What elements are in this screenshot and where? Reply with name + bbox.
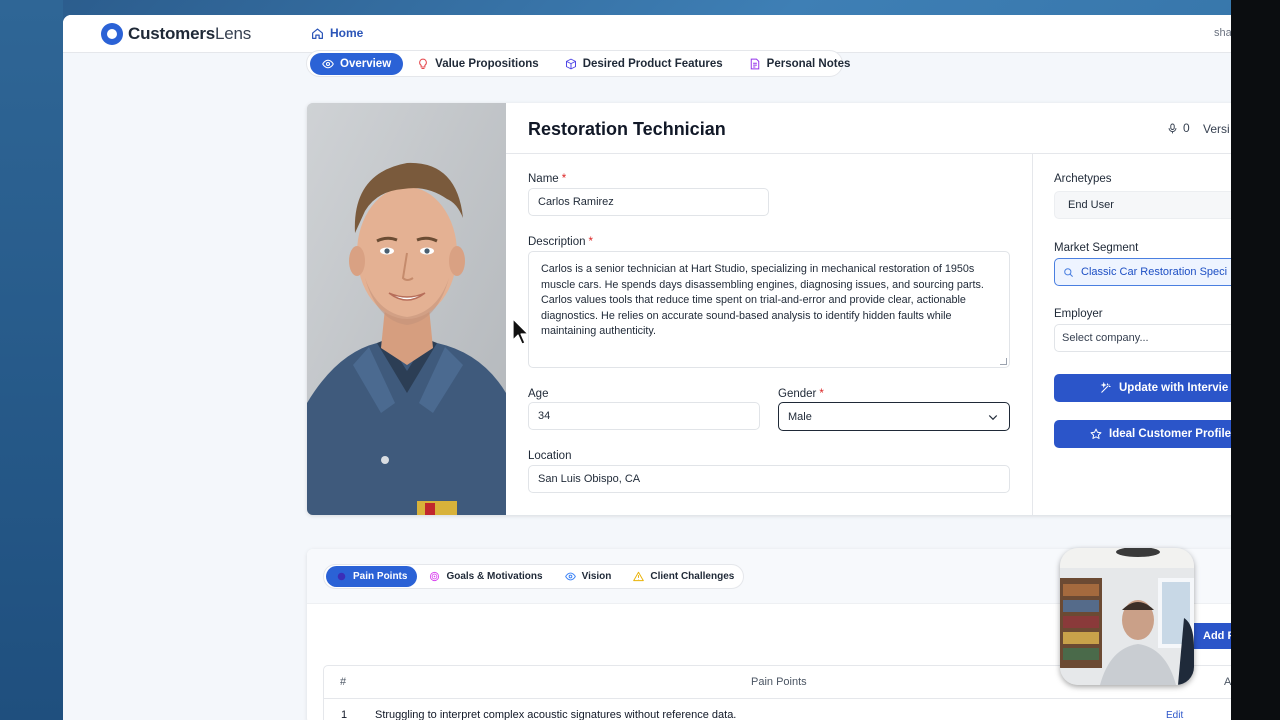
- eye-icon: [564, 572, 576, 581]
- archetype-chip[interactable]: End User: [1054, 191, 1231, 219]
- home-link-label: Home: [330, 26, 364, 40]
- chevron-down-icon: [988, 415, 998, 421]
- tab-value-propositions[interactable]: Value Propositions: [405, 53, 551, 75]
- persona-title: Restoration Technician: [528, 119, 726, 139]
- name-label: Name *: [528, 173, 567, 185]
- market-segment-field[interactable]: Classic Car Restoration Speci: [1054, 258, 1231, 286]
- version-label[interactable]: Versi: [1203, 122, 1230, 136]
- recordings-count[interactable]: 0: [1167, 121, 1190, 135]
- desktop-right-edge: [1231, 0, 1280, 720]
- column-divider: [1032, 154, 1033, 515]
- app-logo[interactable]: CustomersLens: [101, 23, 251, 45]
- gender-select[interactable]: Male: [778, 402, 1010, 431]
- name-input[interactable]: Carlos Ramirez: [528, 188, 769, 216]
- logo-text: CustomersLens: [128, 24, 252, 43]
- webcam-feed: [1060, 548, 1194, 685]
- user-menu[interactable]: sha: [1214, 27, 1231, 39]
- employer-label: Employer: [1054, 308, 1103, 320]
- location-input[interactable]: San Luis Obispo, CA: [528, 465, 1010, 493]
- app-window: CustomersLens Home sha Overview Value Pr…: [63, 15, 1231, 720]
- mouse-cursor: [512, 318, 529, 345]
- cube-icon: [565, 58, 576, 69]
- column-header-pain-points: Pain Points: [751, 676, 807, 688]
- star-icon: [1090, 428, 1102, 439]
- tab-client-challenges[interactable]: Client Challenges: [623, 566, 744, 587]
- table-header-divider: [324, 698, 1231, 699]
- archetypes-label: Archetypes: [1054, 173, 1112, 185]
- location-label: Location: [528, 450, 572, 462]
- employer-select[interactable]: Select company...: [1054, 324, 1231, 352]
- pain-icon: [337, 572, 346, 581]
- search-icon: [1064, 267, 1073, 277]
- description-label: Description *: [528, 236, 594, 248]
- column-header-index: #: [340, 676, 347, 688]
- tab-vision[interactable]: Vision: [555, 566, 622, 587]
- resize-handle[interactable]: [1000, 358, 1007, 365]
- webcam-overlay: [1060, 548, 1194, 685]
- logo-icon: [101, 23, 123, 45]
- title-divider: [506, 153, 1231, 154]
- top-navbar: CustomersLens Home sha: [63, 15, 1231, 53]
- tab-pain-points[interactable]: Pain Points: [326, 566, 418, 587]
- persona-card: Restoration Technician 0 Versi Name * Car…: [307, 103, 1231, 515]
- market-segment-label: Market Segment: [1054, 242, 1139, 254]
- home-link[interactable]: Home: [311, 26, 363, 40]
- detail-tabs: Pain Points Goals & Motivations Vision C…: [323, 564, 744, 589]
- home-icon: [312, 27, 323, 39]
- gender-label: Gender *: [778, 388, 824, 400]
- persona-tabs: Overview Value Propositions Desired Prod…: [306, 50, 850, 77]
- portrait-illustration: [307, 103, 506, 515]
- lightbulb-icon: [419, 58, 427, 69]
- document-icon: [750, 58, 759, 69]
- warning-icon: [633, 571, 645, 582]
- tab-desired-product-features[interactable]: Desired Product Features: [553, 53, 735, 75]
- desktop-left-edge: [0, 0, 63, 720]
- magic-wand-icon: [1100, 382, 1111, 393]
- eye-icon: [322, 59, 334, 68]
- update-with-interview-button[interactable]: Update with Intervie: [1054, 374, 1231, 402]
- microphone-icon: [1168, 123, 1177, 133]
- edit-link[interactable]: Edit: [1166, 710, 1183, 720]
- tab-overview[interactable]: Overview: [310, 52, 404, 75]
- description-textarea[interactable]: Carlos is a senior technician at Hart St…: [528, 251, 1010, 368]
- tab-goals-motivations[interactable]: Goals & Motivations: [419, 566, 552, 587]
- tab-personal-notes[interactable]: Personal Notes: [737, 53, 863, 75]
- row-index: 1: [341, 709, 348, 720]
- column-header-actions: A: [1224, 676, 1231, 688]
- persona-photo: [307, 103, 506, 515]
- ideal-customer-profile-button[interactable]: Ideal Customer Profile (: [1054, 420, 1231, 448]
- age-label: Age: [528, 388, 549, 400]
- age-input[interactable]: 34: [528, 402, 760, 430]
- row-pain-point-text: Struggling to interpret complex acoustic…: [375, 709, 737, 720]
- target-icon: [430, 571, 440, 582]
